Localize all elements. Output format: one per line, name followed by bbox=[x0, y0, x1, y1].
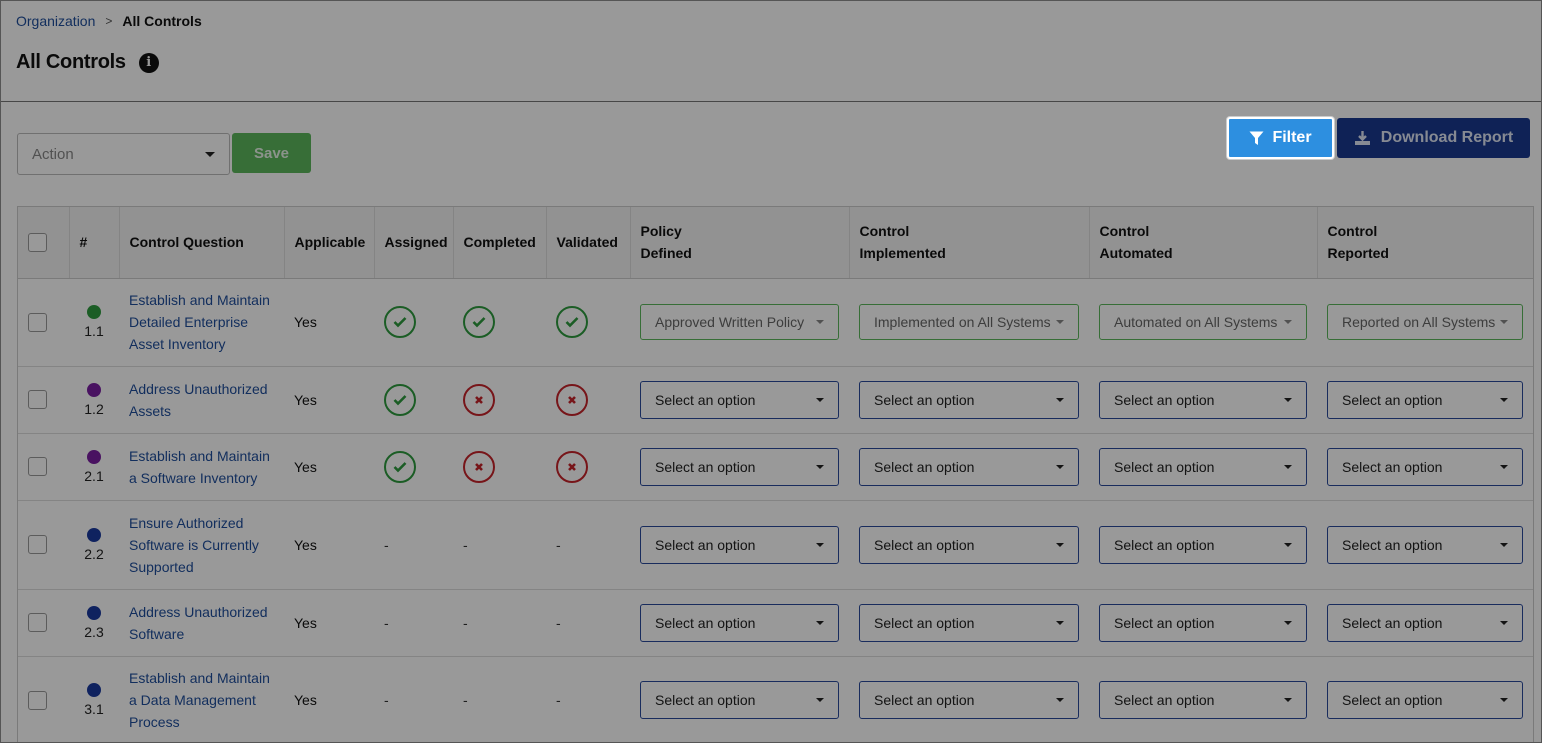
filter-button[interactable]: Filter bbox=[1227, 117, 1334, 159]
page: Organization > All Controls All Controls… bbox=[0, 0, 1542, 743]
modal-backdrop[interactable] bbox=[1, 1, 1541, 742]
filter-icon bbox=[1249, 131, 1264, 145]
filter-label: Filter bbox=[1272, 129, 1312, 146]
